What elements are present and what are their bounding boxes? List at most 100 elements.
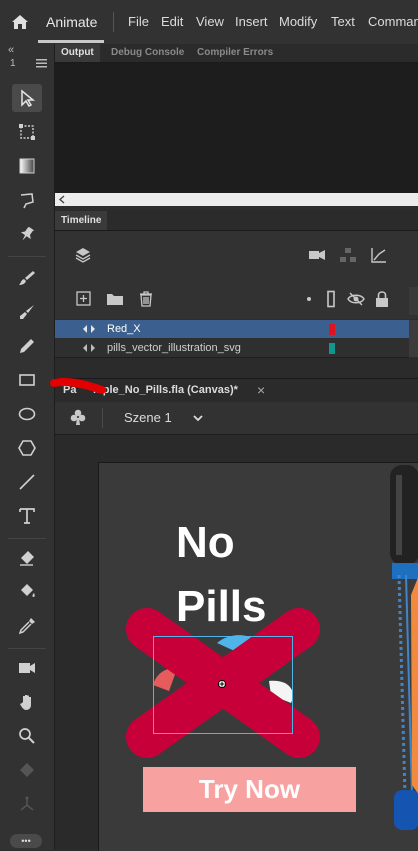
try-now-label: Try Now — [198, 774, 301, 804]
camera-icon — [19, 663, 35, 673]
line-icon — [19, 474, 35, 490]
app-name[interactable]: Animate — [46, 14, 97, 30]
polystar-tool[interactable] — [12, 434, 42, 462]
layer-row[interactable]: Red_X — [55, 320, 409, 338]
line-tool[interactable] — [12, 468, 42, 496]
eyedropper-icon — [18, 618, 35, 635]
add-layer-icon[interactable] — [75, 290, 93, 313]
pencil-tool[interactable] — [12, 332, 42, 360]
tab-timeline[interactable]: Timeline — [55, 211, 108, 230]
close-document-button[interactable]: × — [257, 382, 265, 398]
trash-icon[interactable] — [137, 290, 155, 313]
lasso-icon — [20, 193, 34, 209]
pin-tool[interactable] — [12, 220, 42, 248]
output-horizontal-scrollbar[interactable] — [55, 193, 418, 206]
more-tools-button[interactable]: ••• — [10, 834, 42, 848]
transform-icon — [19, 124, 35, 140]
rectangle-tool[interactable] — [12, 366, 42, 394]
gradient-icon — [19, 158, 35, 174]
timeline-frames-edge — [409, 287, 418, 315]
document-tab-title[interactable]: mple_No_Pills.fla (Canvas)* — [93, 384, 238, 396]
home-icon[interactable] — [10, 12, 30, 32]
tab-output[interactable]: Output — [55, 44, 100, 62]
oval-tool[interactable] — [12, 400, 42, 428]
layer-active-dot-icon[interactable] — [307, 297, 311, 301]
bone-tool[interactable] — [12, 790, 42, 818]
layer-outline-color-swatch[interactable] — [329, 343, 335, 354]
paint-brush-tool[interactable] — [12, 264, 42, 292]
timeline-toolbar — [55, 231, 418, 319]
movie-clip-icon — [83, 344, 95, 352]
menu-text[interactable]: Text — [331, 14, 355, 29]
arrow-pointer-icon — [21, 89, 36, 107]
menu-edit[interactable]: Edit — [161, 14, 183, 29]
stage-canvas[interactable]: No Pills Try Now — [98, 462, 418, 851]
graph-editor-icon[interactable] — [370, 246, 388, 269]
folder-icon[interactable] — [106, 290, 124, 313]
outline-toggle-icon[interactable] — [322, 290, 340, 313]
layer-name[interactable]: Red_X — [107, 320, 141, 338]
bone-icon — [20, 796, 34, 811]
menu-bar: Animate File Edit View Insert Modify Tex… — [0, 0, 418, 45]
panel-menu-icon[interactable] — [36, 58, 47, 68]
chevron-down-icon[interactable] — [192, 412, 204, 424]
tab-debug-console[interactable]: Debug Console — [105, 44, 190, 62]
tab-compiler-errors[interactable]: Compiler Errors — [191, 44, 279, 62]
hand-icon — [20, 695, 31, 710]
oval-icon — [18, 407, 36, 421]
layer-row[interactable]: pills_vector_illustration_svg — [55, 339, 409, 358]
layer-name[interactable]: pills_vector_illustration_svg — [107, 339, 241, 357]
eyedropper-tool[interactable] — [12, 612, 42, 640]
scene-name[interactable]: Szene 1 — [124, 410, 172, 425]
brush-tool[interactable] — [12, 298, 42, 326]
scene-bar: Szene 1 — [55, 402, 418, 435]
try-now-button[interactable]: Try Now — [143, 767, 356, 812]
registration-point-icon[interactable] — [217, 679, 227, 689]
free-transform-tool[interactable] — [12, 118, 42, 146]
eraser-icon — [20, 551, 34, 566]
eraser-tool[interactable] — [12, 544, 42, 572]
layer-parenting-icon[interactable] — [339, 246, 357, 269]
warp-icon — [20, 763, 34, 777]
camera-icon[interactable] — [308, 246, 326, 269]
lock-icon[interactable] — [373, 290, 391, 313]
layer-outline-color-swatch[interactable] — [329, 324, 335, 335]
character-graphic[interactable] — [382, 465, 418, 851]
selection-tool[interactable] — [12, 84, 42, 112]
tools-panel: « 1 ••• — [0, 44, 55, 850]
gradient-tool[interactable] — [12, 152, 42, 180]
hide-eye-icon[interactable] — [347, 290, 365, 313]
scroll-left-arrow-icon[interactable] — [58, 195, 66, 204]
headline-line-1[interactable]: No — [176, 518, 235, 568]
camera-tool[interactable] — [12, 654, 42, 682]
menu-insert[interactable]: Insert — [235, 14, 268, 29]
hand-tool[interactable] — [12, 688, 42, 716]
tool-columns-indicator: 1 — [10, 58, 16, 69]
output-console[interactable] — [55, 63, 418, 193]
timeline-frame-column — [409, 320, 418, 357]
paint-bucket-icon — [21, 584, 35, 597]
timeline-tab-bar: Timeline — [55, 210, 418, 231]
layers-stack-icon[interactable] — [74, 246, 92, 269]
club-scene-icon[interactable] — [69, 408, 87, 426]
lasso-tool[interactable] — [12, 186, 42, 214]
toolbar-divider — [8, 538, 46, 539]
toolbar-divider — [8, 256, 46, 257]
brush-icon — [20, 305, 34, 319]
toolbar-divider — [8, 648, 46, 649]
menu-view[interactable]: View — [196, 14, 224, 29]
paint-bucket-tool[interactable] — [12, 578, 42, 606]
paint-brush-icon — [19, 271, 35, 285]
pin-icon — [20, 227, 35, 241]
menu-file[interactable]: File — [128, 14, 149, 29]
collapse-panel-button[interactable]: « — [8, 44, 14, 56]
asset-warp-tool[interactable] — [12, 756, 42, 784]
magnifier-icon — [19, 728, 35, 744]
menu-modify[interactable]: Modify — [279, 14, 317, 29]
zoom-tool[interactable] — [12, 722, 42, 750]
timeline-empty-area — [55, 358, 418, 378]
output-panel-tabs: Output Debug Console Compiler Errors — [55, 44, 418, 63]
menu-commands[interactable]: Command — [368, 14, 418, 29]
text-tool[interactable] — [12, 502, 42, 530]
text-t-icon — [19, 508, 35, 524]
